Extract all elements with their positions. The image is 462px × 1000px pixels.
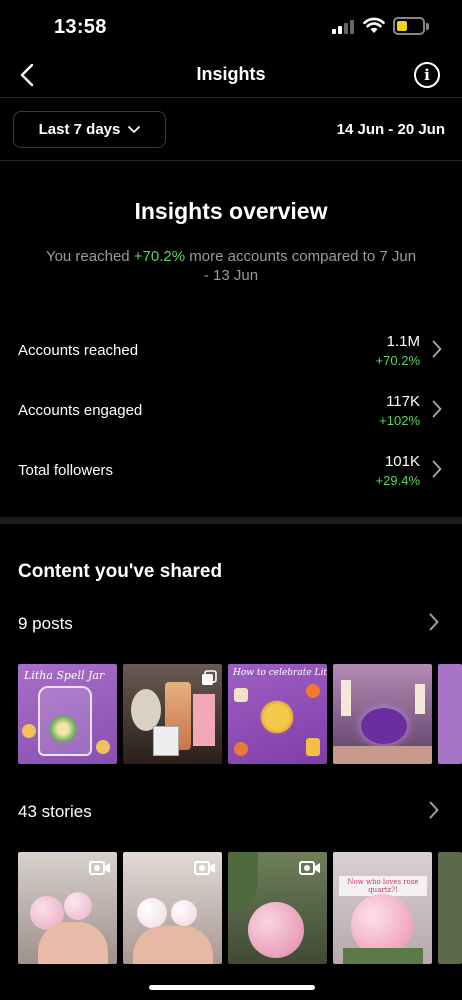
overview-summary-suffix: more accounts compared to 7 Jun - 13 Jun [185, 248, 417, 284]
status-bar: 13:58 [0, 0, 462, 54]
status-time: 13:58 [54, 16, 107, 38]
battery-icon [393, 17, 429, 35]
overview-title: Insights overview [134, 198, 328, 224]
date-range-dropdown[interactable]: Last 7 days [13, 111, 166, 148]
chevron-down-icon [128, 125, 141, 133]
posts-thumbnails: Litha Spell Jar How to celebrate Litha [18, 664, 462, 764]
metric-value: 1.1M [386, 333, 420, 350]
signal-icon [332, 20, 354, 34]
metric-change: +102% [379, 413, 420, 428]
nav-bar: Insights i [0, 52, 462, 98]
info-icon: i [424, 66, 430, 84]
post-thumbnail-caption: Litha Spell Jar [24, 669, 105, 682]
metric-value: 117K [386, 393, 420, 410]
content-shared-title: Content you've shared [18, 561, 223, 582]
stories-row[interactable]: 43 stories [18, 802, 92, 822]
chevron-right-icon[interactable] [429, 801, 439, 819]
story-thumbnail[interactable] [438, 852, 462, 964]
story-thumbnail[interactable] [18, 852, 117, 964]
metric-total-followers[interactable]: Total followers 101K +29.4% [0, 452, 462, 502]
section-divider [0, 517, 462, 524]
story-thumbnail[interactable]: Now who loves rose quartz?! [333, 852, 432, 964]
divider [0, 160, 462, 161]
posts-row[interactable]: 9 posts [18, 614, 73, 634]
video-camera-icon [299, 861, 320, 875]
story-thumbnail-caption: Now who loves rose quartz?! [339, 876, 427, 896]
post-thumbnail[interactable] [123, 664, 222, 764]
info-button[interactable]: i [414, 62, 440, 88]
video-camera-icon [194, 861, 215, 875]
page-title: Insights [196, 64, 266, 84]
metric-label: Accounts reached [18, 342, 139, 359]
overview-summary: You reached +70.2% more accounts compare… [44, 247, 418, 285]
overview-summary-highlight: +70.2% [133, 248, 186, 265]
date-range-text: 14 Jun - 20 Jun [336, 121, 445, 138]
chevron-right-icon [432, 340, 442, 358]
chevron-right-icon[interactable] [429, 613, 439, 631]
post-thumbnail[interactable] [438, 664, 462, 764]
metric-change: +29.4% [375, 473, 420, 488]
post-thumbnail-caption: How to celebrate Litha [233, 668, 327, 678]
metric-label: Total followers [18, 462, 114, 479]
metric-label: Accounts engaged [18, 402, 143, 419]
stories-thumbnails: Now who loves rose quartz?! [18, 852, 462, 964]
date-range-dropdown-label: Last 7 days [38, 121, 121, 138]
overview-summary-prefix: You reached [45, 248, 134, 265]
story-thumbnail[interactable] [228, 852, 327, 964]
carousel-icon [202, 670, 217, 685]
story-thumbnail[interactable] [123, 852, 222, 964]
post-thumbnail[interactable]: How to celebrate Litha [228, 664, 327, 764]
metric-value: 101K [384, 453, 420, 470]
chevron-right-icon [432, 460, 442, 478]
metric-accounts-engaged[interactable]: Accounts engaged 117K +102% [0, 392, 462, 442]
metric-change: +70.2% [375, 353, 420, 368]
post-thumbnail[interactable] [333, 664, 432, 764]
metric-accounts-reached[interactable]: Accounts reached 1.1M +70.2% [0, 332, 462, 382]
post-thumbnail[interactable]: Litha Spell Jar [18, 664, 117, 764]
wifi-icon [363, 17, 385, 33]
video-camera-icon [89, 861, 110, 875]
chevron-right-icon [432, 400, 442, 418]
home-indicator[interactable] [149, 985, 315, 990]
